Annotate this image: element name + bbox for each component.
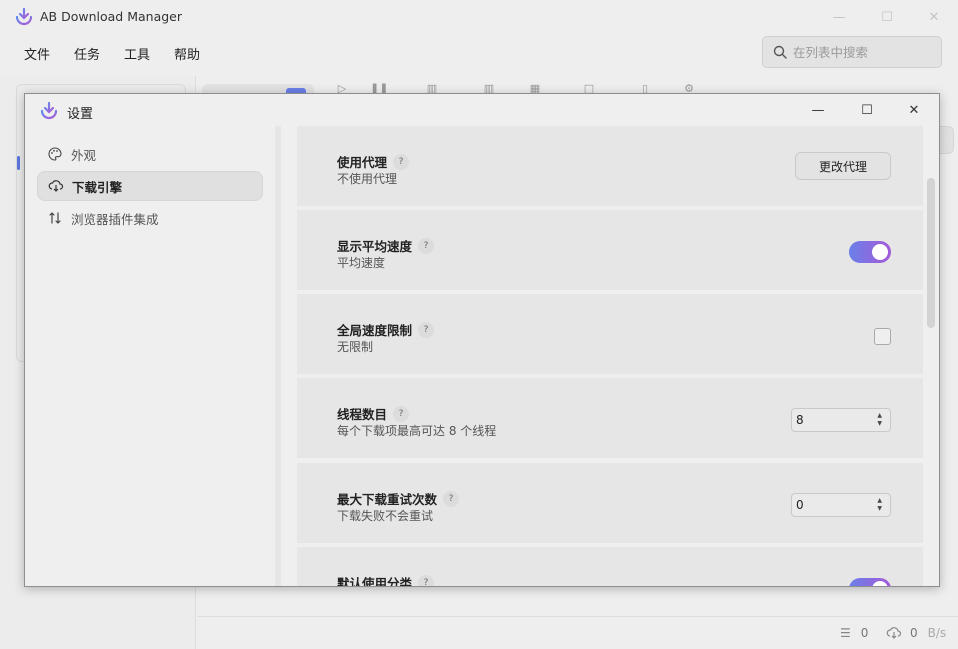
help-icon[interactable]: ? [393,153,410,170]
cloud-download-icon [886,627,902,639]
setting-title: 显示平均速度 ? [337,236,435,255]
speed-unit: B/s [927,626,947,640]
minimize-button[interactable]: — [826,6,852,28]
nav-divider [275,126,281,586]
settings-nav: 外观 下载引擎 浏览器插件集成 [25,126,277,586]
search-input[interactable] [793,44,933,60]
app-title: AB Download Manager [40,9,182,24]
swap-vertical-icon [47,210,63,226]
thread-count-stepper[interactable]: 8 ▲ ▼ [791,408,891,432]
setting-row-speed-limit: 全局速度限制 ? 无限制 [297,294,923,376]
setting-row-max-retries: 最大下载重试次数 ? 下载失败不会重试 0 ▲ ▼ [297,463,923,545]
menu-tasks[interactable]: 任务 [62,40,112,66]
nav-label: 浏览器插件集成 [71,211,159,227]
category-active-indicator [17,156,20,170]
palette-icon [47,146,63,162]
menu-file[interactable]: 文件 [12,40,62,66]
settings-scrollbar-thumb[interactable] [927,178,935,328]
setting-title: 使用代理 ? [337,152,410,171]
setting-title: 默认使用分类 ? [337,573,435,586]
settings-dialog: 设置 — ☐ ✕ 外观 下载引擎 浏览器插件集成 使用代理 ? 不使用代理 更改… [24,93,940,587]
stepper-value: 8 [796,413,804,427]
help-icon[interactable]: ? [418,321,435,338]
dialog-maximize-button[interactable]: ☐ [854,99,880,121]
main-titlebar: AB Download Manager — ☐ ✕ [0,0,958,34]
menubar: 文件 任务 工具 帮助 [12,40,212,66]
dialog-titlebar: 设置 — ☐ ✕ [25,94,939,126]
setting-desc: 每个下载项最高可达 8 个线程 [337,424,497,438]
default-category-toggle[interactable] [849,578,891,586]
dialog-close-button[interactable]: ✕ [901,99,927,121]
status-list-count: ☰ 0 [840,626,868,640]
setting-title: 最大下载重试次数 ? [337,489,460,508]
stepper-value: 0 [796,498,804,512]
setting-row-thread-count: 线程数目 ? 每个下载项最高可达 8 个线程 8 ▲ ▼ [297,378,923,460]
menu-help[interactable]: 帮助 [162,40,212,66]
status-speed: 0 B/s [886,626,946,640]
nav-item-download-engine[interactable]: 下载引擎 [37,171,263,201]
setting-title-text: 显示平均速度 [337,239,413,254]
app-logo-icon [15,7,33,26]
setting-title: 线程数目 ? [337,404,410,423]
nav-item-appearance[interactable]: 外观 [37,139,263,169]
setting-desc: 平均速度 [337,256,386,270]
setting-desc: 不使用代理 [337,172,398,186]
toggle-knob [872,244,888,260]
side-panel-tab[interactable] [938,126,954,154]
search-icon [773,45,787,59]
setting-title-text: 全局速度限制 [337,323,413,338]
nav-label: 下载引擎 [72,179,123,195]
nav-item-browser-integration[interactable]: 浏览器插件集成 [37,203,263,233]
setting-row-proxy: 使用代理 ? 不使用代理 更改代理 [297,126,923,208]
setting-title: 全局速度限制 ? [337,320,435,339]
toggle-knob [872,581,888,586]
list-icon: ☰ [840,626,851,640]
speed-limit-checkbox[interactable] [874,328,891,345]
max-retries-stepper[interactable]: 0 ▲ ▼ [791,493,891,517]
stepper-arrows-icon[interactable]: ▲ ▼ [877,497,882,513]
nav-label: 外观 [71,147,97,163]
help-icon[interactable]: ? [418,574,435,586]
menu-tools[interactable]: 工具 [112,40,162,66]
cloud-download-icon [48,178,64,194]
search-box[interactable] [762,36,942,68]
speed-value: 0 [910,626,918,640]
setting-desc: 下载失败不会重试 [337,509,434,523]
setting-title-text: 使用代理 [337,155,388,170]
setting-row-average-speed: 显示平均速度 ? 平均速度 [297,210,923,292]
help-icon[interactable]: ? [418,237,435,254]
change-proxy-button[interactable]: 更改代理 [795,152,891,180]
setting-desc: 无限制 [337,340,374,354]
app-logo-icon [40,101,58,120]
dialog-title: 设置 [67,107,94,122]
dialog-minimize-button[interactable]: — [805,99,831,121]
close-button[interactable]: ✕ [921,6,947,28]
help-icon[interactable]: ? [443,490,460,507]
stepper-arrows-icon[interactable]: ▲ ▼ [877,412,882,428]
setting-title-text: 默认使用分类 [337,576,413,586]
help-icon[interactable]: ? [393,405,410,422]
settings-content: 使用代理 ? 不使用代理 更改代理 显示平均速度 ? 平均速度 全局速度限制 ?… [297,126,923,586]
average-speed-toggle[interactable] [849,241,891,263]
maximize-button[interactable]: ☐ [874,6,900,28]
setting-title-text: 最大下载重试次数 [337,492,438,507]
list-count-value: 0 [860,626,869,640]
setting-row-default-category: 默认使用分类 ? [297,547,923,586]
setting-title-text: 线程数目 [337,407,388,422]
